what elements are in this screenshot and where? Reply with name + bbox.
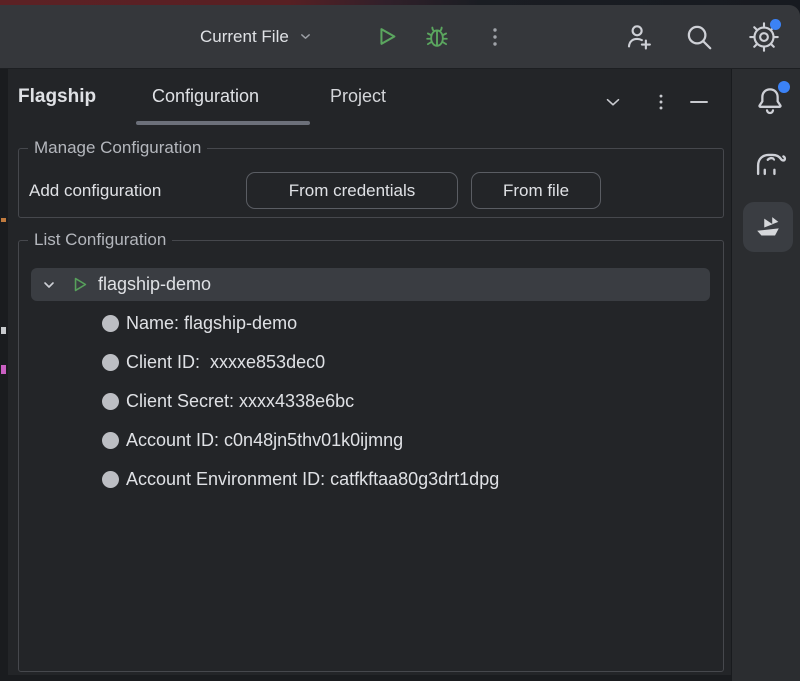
list-configuration-title: List Configuration bbox=[28, 230, 172, 250]
editor-sliver-pink-mark bbox=[1, 365, 6, 374]
from-file-button[interactable]: From file bbox=[471, 172, 601, 209]
bullet-icon bbox=[102, 315, 119, 332]
right-tool-stripe bbox=[732, 69, 800, 681]
tree-leaf-label: Client Secret: xxxx4338e6bc bbox=[126, 391, 354, 412]
bullet-icon bbox=[102, 432, 119, 449]
add-user-icon[interactable] bbox=[623, 21, 655, 53]
chevron-down-icon bbox=[298, 29, 313, 44]
bullet-icon bbox=[102, 393, 119, 410]
tree-node-label: flagship-demo bbox=[98, 274, 211, 295]
editor-sliver-white-mark bbox=[1, 327, 6, 334]
tree-leaf-account-environment-id[interactable]: Account Environment ID: catfkftaa80g3drt… bbox=[102, 460, 499, 499]
flagship-tool-window: Flagship Configuration Project Manage Co… bbox=[8, 69, 731, 675]
run-configuration-label: Current File bbox=[200, 27, 289, 47]
tree-leaf-client-secret[interactable]: Client Secret: xxxx4338e6bc bbox=[102, 382, 354, 421]
tool-window-title: Flagship bbox=[18, 86, 96, 108]
settings-gear-icon[interactable] bbox=[748, 21, 780, 53]
tree-leaf-label: Name: flagship-demo bbox=[126, 313, 297, 334]
run-icon[interactable] bbox=[370, 21, 402, 53]
screen: Current File bbox=[0, 0, 800, 681]
run-config-icon bbox=[70, 275, 89, 294]
tab-project[interactable]: Project bbox=[330, 86, 386, 107]
kebab-menu-icon[interactable] bbox=[648, 89, 674, 115]
chevron-down-icon[interactable] bbox=[600, 89, 626, 115]
bullet-icon bbox=[102, 354, 119, 371]
gradle-elephant-icon[interactable] bbox=[751, 143, 789, 181]
minimize-icon[interactable] bbox=[686, 89, 712, 115]
settings-update-badge bbox=[770, 19, 781, 30]
notification-badge bbox=[778, 81, 790, 93]
main-toolbar: Current File bbox=[0, 5, 800, 69]
tree-node-flagship-demo[interactable]: flagship-demo bbox=[31, 268, 710, 301]
active-tab-underline bbox=[136, 121, 310, 125]
list-configuration-group: List Configuration flagship-demo Name: f… bbox=[18, 240, 724, 672]
editor-sliver-orange-mark bbox=[1, 218, 6, 222]
kebab-menu-icon[interactable] bbox=[479, 21, 511, 53]
tree-leaf-name[interactable]: Name: flagship-demo bbox=[102, 304, 297, 343]
tree-leaf-label: Account ID: c0n48jn5thv01k0ijmng bbox=[126, 430, 403, 451]
tab-configuration[interactable]: Configuration bbox=[152, 86, 259, 107]
manage-configuration-group: Manage Configuration Add configuration F… bbox=[18, 148, 724, 218]
debug-icon[interactable] bbox=[421, 21, 453, 53]
bullet-icon bbox=[102, 471, 119, 488]
tree-leaf-label: Client ID: xxxxe853dec0 bbox=[126, 352, 325, 373]
from-credentials-button[interactable]: From credentials bbox=[246, 172, 458, 209]
tree-leaf-label: Account Environment ID: catfkftaa80g3drt… bbox=[126, 469, 499, 490]
backdrop-bottom-strip bbox=[0, 675, 731, 681]
tree-leaf-account-id[interactable]: Account ID: c0n48jn5thv01k0ijmng bbox=[102, 421, 403, 460]
search-icon[interactable] bbox=[683, 21, 715, 53]
add-configuration-label: Add configuration bbox=[29, 172, 161, 209]
notifications-bell-icon[interactable] bbox=[752, 83, 788, 119]
run-configuration-selector[interactable]: Current File bbox=[200, 5, 313, 68]
flagship-ship-icon[interactable] bbox=[743, 202, 793, 252]
tree-leaf-client-id[interactable]: Client ID: xxxxe853dec0 bbox=[102, 343, 325, 382]
backdrop-editor-sliver bbox=[0, 69, 8, 681]
manage-configuration-title: Manage Configuration bbox=[28, 138, 207, 158]
expand-chevron-icon[interactable] bbox=[41, 277, 57, 293]
